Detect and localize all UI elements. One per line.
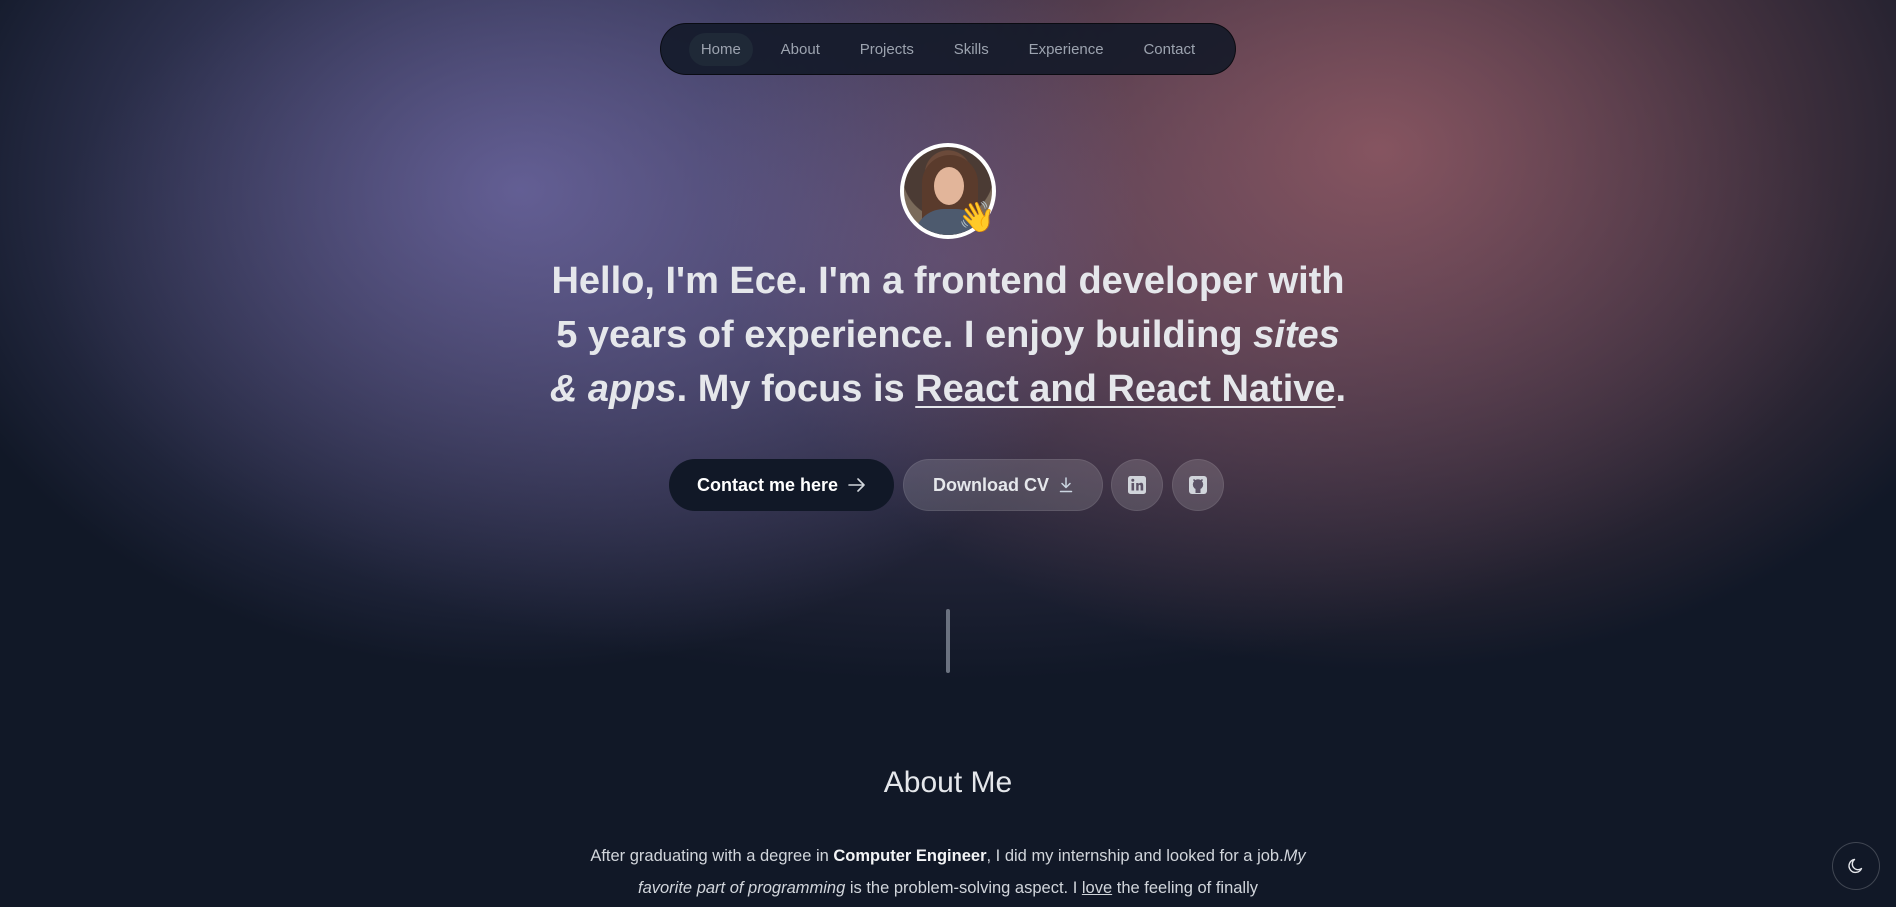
headline-text: with: [1257, 260, 1345, 302]
moon-icon: [1848, 858, 1863, 874]
contact-me-label: Contact me here: [696, 474, 839, 495]
headline-focus: React and React Native: [915, 368, 1336, 410]
theme-toggle-button[interactable]: [1832, 842, 1880, 890]
headline-text: I'm a: [807, 260, 914, 302]
linkedin-button[interactable]: [1111, 459, 1163, 511]
about-text: , I did my internship and looked for a j…: [986, 847, 1284, 865]
nav-item-home[interactable]: Home: [688, 32, 753, 66]
github-icon: [1189, 476, 1207, 494]
arrow-right-icon: [848, 478, 865, 492]
nav-item-projects[interactable]: Projects: [848, 33, 926, 66]
download-cv-button[interactable]: Download CV: [903, 459, 1103, 511]
nav-item-skills[interactable]: Skills: [942, 33, 1001, 66]
linkedin-icon: [1128, 476, 1146, 494]
hero-headline: Hello, I'm Ece. I'm a frontend developer…: [548, 254, 1348, 416]
about-text: After graduating with a degree in: [590, 847, 834, 865]
about-text: the feeling of finally: [1112, 879, 1258, 897]
download-cv-label: Download CV: [933, 474, 1049, 495]
headline-role: frontend developer: [913, 260, 1258, 302]
download-icon: [1059, 477, 1073, 493]
headline-greeting: Hello, I'm Ece.: [551, 260, 808, 302]
waving-hand-icon: 👋: [958, 201, 996, 234]
about-text: is the problem-solving aspect. I: [845, 879, 1082, 897]
nav-item-about[interactable]: About: [769, 33, 832, 66]
nav-item-contact[interactable]: Contact: [1131, 33, 1207, 66]
scroll-divider: [946, 609, 950, 673]
headline-text: of experience. I enjoy building: [687, 314, 1254, 356]
contact-me-button[interactable]: Contact me here: [669, 459, 894, 511]
about-paragraph: After graduating with a degree in Comput…: [588, 840, 1308, 904]
about-love: love: [1081, 879, 1113, 897]
github-button[interactable]: [1172, 459, 1224, 511]
nav-item-experience[interactable]: Experience: [1017, 33, 1116, 66]
about-title: About Me: [883, 766, 1013, 799]
headline-years: 5 years: [556, 314, 688, 356]
about-degree: Computer Engineer: [833, 847, 987, 865]
headline-period: .: [1335, 368, 1347, 410]
headline-text: . My focus is: [676, 368, 916, 410]
top-navigation: Home About Projects Skills Experience Co…: [660, 23, 1236, 75]
